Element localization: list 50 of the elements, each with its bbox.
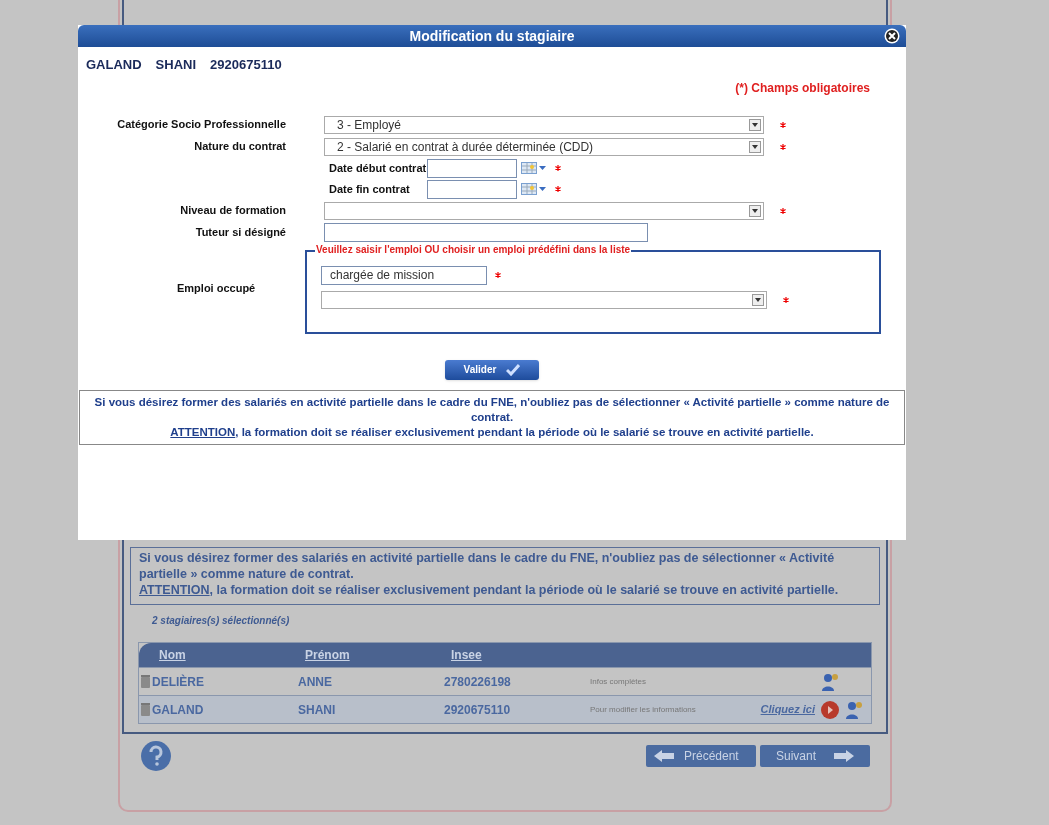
column-header[interactable]: Insee bbox=[451, 646, 482, 664]
dropdown[interactable] bbox=[324, 201, 764, 220]
notice-text: Si vous désirez former des salariés en activité partielle dans le cadre du FNE, n'oubliez pas de sélectionner « Activité partielle » comme nature de contrat. ATTENTION, la formation doit se réaliser exclusivement pendant la période où le salarié se trouve en activité partielle. bbox=[130, 547, 880, 605]
selection-count: 2 stagiaires(s) sélectionné(s) bbox=[152, 614, 291, 628]
job-text-field[interactable]: chargée de mission bbox=[321, 265, 487, 285]
arrow-circle-icon[interactable] bbox=[821, 700, 839, 719]
dropdown[interactable]: 3 - Employé bbox=[324, 115, 764, 134]
table-cell-text: 2780226198 bbox=[444, 673, 512, 691]
fieldset-legend: Veuillez saisir l'emploi OU choisir un emploi prédéfini dans la liste bbox=[315, 243, 632, 256]
field-label: Nature du contrat bbox=[193, 139, 286, 155]
date-field[interactable] bbox=[427, 179, 517, 199]
trainee-identity: GALAND bbox=[86, 56, 142, 74]
field-label: Catégorie Socio Professionnelle bbox=[116, 117, 286, 133]
table-cell-text: SHANI bbox=[298, 701, 337, 719]
calendar-icon[interactable] bbox=[521, 161, 547, 175]
field-label: Emploi occupé bbox=[177, 280, 256, 296]
date-field[interactable] bbox=[427, 158, 517, 178]
validate-button[interactable]: Valider bbox=[445, 359, 539, 380]
dropdown[interactable] bbox=[321, 290, 767, 309]
edit-link[interactable]: Cliquez ici bbox=[760, 701, 815, 718]
field-label: Date début contrat bbox=[329, 160, 427, 176]
dialog-title: Modification du stagiaire bbox=[409, 26, 575, 46]
attention-link[interactable]: ATTENTION bbox=[139, 583, 210, 597]
row-info-text: Infos complètes bbox=[590, 675, 648, 688]
required-note: (*) Champs obligatoires bbox=[735, 79, 870, 97]
table-cell-text: DELIÈRE bbox=[152, 673, 205, 691]
arrow-left-icon bbox=[654, 750, 674, 762]
dropdown[interactable]: 2 - Salarié en contrat à durée déterminée (CDD) bbox=[324, 137, 764, 156]
table-cell-text: ANNE bbox=[298, 673, 333, 691]
table-cell-text: 2920675110 bbox=[444, 701, 512, 719]
field-label: Date fin contrat bbox=[329, 181, 411, 197]
table-cell-text: GALAND bbox=[152, 701, 205, 719]
previous-button[interactable]: Précédent bbox=[646, 745, 756, 767]
trainee-identity: SHANI bbox=[155, 56, 197, 74]
arrow-right-icon bbox=[834, 750, 854, 762]
notice-text: Si vous désirez former des salariés en activité partielle dans le cadre du FNE, n'oubliez pas de sélectionner « Activité partielle » comme nature de contrat. ATTENTION, la formation doit se réaliser exclusivement pendant la période où le salarié se trouve en activité partielle. bbox=[79, 389, 905, 445]
text-field[interactable] bbox=[324, 223, 648, 242]
field-label: Tuteur si désigné bbox=[194, 225, 286, 241]
column-header[interactable]: Prénom bbox=[305, 646, 451, 664]
next-button[interactable]: Suivant bbox=[760, 745, 870, 767]
trainee-identity: 2920675110 bbox=[210, 56, 282, 74]
row-info-text: Pour modifier les informations bbox=[590, 703, 697, 716]
help-icon[interactable] bbox=[140, 740, 172, 772]
users-icon[interactable] bbox=[845, 700, 863, 719]
column-header[interactable]: Nom bbox=[159, 646, 305, 664]
close-icon[interactable] bbox=[884, 28, 900, 44]
users-icon[interactable] bbox=[821, 672, 839, 691]
checkmark-icon bbox=[506, 363, 521, 376]
calendar-icon[interactable] bbox=[521, 182, 547, 196]
field-label: Niveau de formation bbox=[179, 203, 286, 219]
